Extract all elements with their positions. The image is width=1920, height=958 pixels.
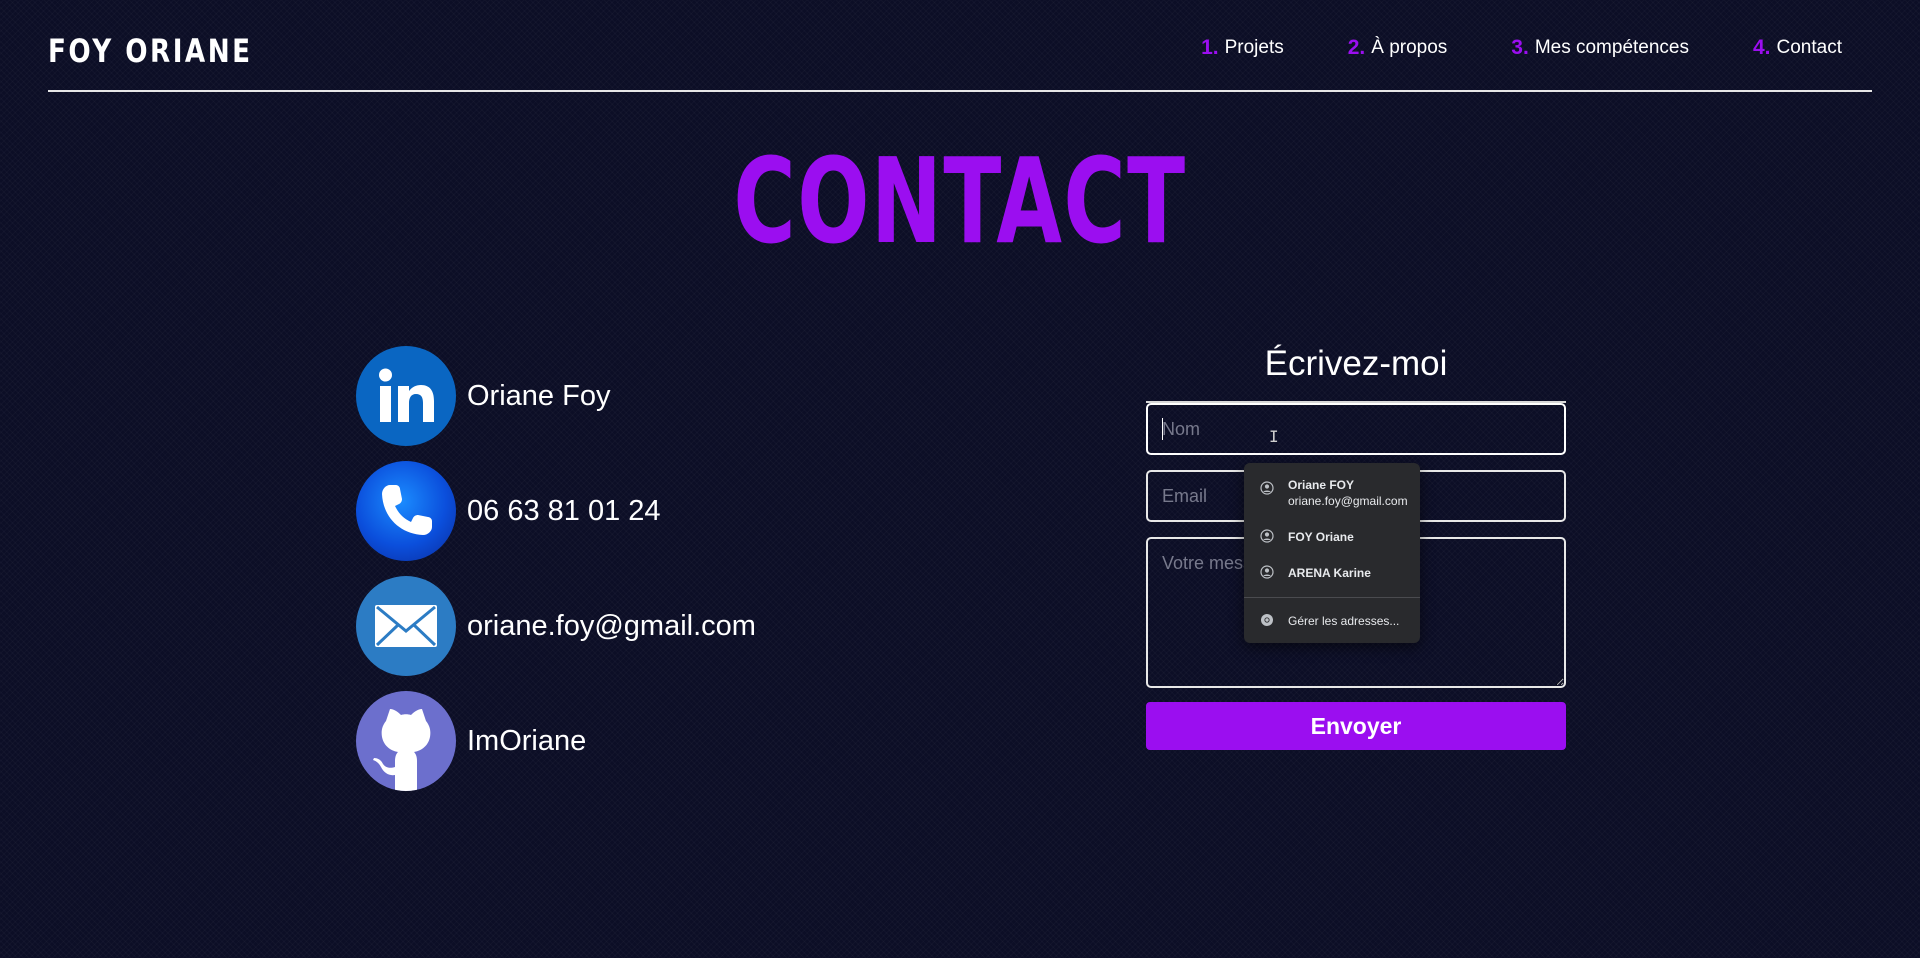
contact-github[interactable]: ImOriane [356, 691, 586, 791]
nav-label: À propos [1371, 37, 1448, 58]
name-field[interactable] [1146, 403, 1566, 455]
form-title: Écrivez-moi [1264, 344, 1448, 383]
nav-label: Mes compétences [1534, 37, 1689, 58]
autofill-item[interactable]: ARENA Karine [1244, 557, 1420, 587]
nav-label: Projets [1224, 37, 1284, 58]
autofill-name: ARENA Karine [1288, 566, 1371, 580]
profile-icon [1260, 481, 1274, 495]
autofill-name: Oriane FOY [1288, 478, 1355, 492]
autofill-item[interactable]: Oriane FOY oriane.foy@gmail.com [1244, 471, 1420, 515]
profile-icon [1260, 529, 1274, 543]
nav-number: 3. [1511, 36, 1529, 59]
submit-button[interactable]: Envoyer [1146, 702, 1566, 750]
nav-item-contact[interactable]: 4. Contact [1753, 34, 1842, 62]
profile-icon [1260, 565, 1274, 579]
contact-phone[interactable]: 06 63 81 01 24 [356, 461, 661, 561]
chrome-icon [1261, 614, 1273, 626]
page-title: CONTACT [733, 132, 1187, 270]
mail-icon [356, 576, 456, 676]
contact-linkedin[interactable]: Oriane Foy [356, 346, 610, 446]
nav-item-projets[interactable]: 1. Projets [1201, 34, 1284, 62]
nav-number: 2. [1347, 36, 1366, 59]
autofill-detail: oriane.foy@gmail.com [1288, 494, 1408, 508]
manage-addresses-item[interactable]: Gérer les adresses... [1244, 603, 1420, 637]
contact-label: Oriane Foy [467, 379, 611, 412]
autofill-divider [1244, 597, 1420, 598]
contact-label: ImOriane [467, 724, 587, 757]
contact-label: oriane.foy@gmail.com [467, 609, 756, 642]
autofill-item[interactable]: FOY Oriane [1244, 521, 1420, 551]
nav-item-a-propos[interactable]: 2. À propos [1348, 34, 1448, 62]
contact-label: 06 63 81 01 24 [467, 494, 661, 527]
site-header: FOY ORIANE 1. Projets 2. À propos 3. Mes… [48, 0, 1872, 92]
manage-addresses-label: Gérer les adresses... [1288, 614, 1400, 628]
nav-number: 1. [1201, 36, 1219, 59]
text-cursor-icon: I [1269, 427, 1279, 446]
autofill-dropdown: Oriane FOY oriane.foy@gmail.com FOY Oria… [1244, 463, 1420, 643]
nav-number: 4. [1753, 36, 1771, 59]
brand-logo[interactable]: FOY ORIANE [48, 31, 253, 71]
nav-label: Contact [1776, 37, 1842, 58]
contact-email[interactable]: oriane.foy@gmail.com [356, 576, 756, 676]
main-nav: 1. Projets 2. À propos 3. Mes compétence… [1201, 34, 1842, 62]
linkedin-icon [356, 346, 456, 446]
github-icon [356, 691, 456, 791]
nav-item-competences[interactable]: 3. Mes compétences [1511, 34, 1689, 62]
phone-icon [356, 461, 456, 561]
text-caret [1162, 418, 1163, 440]
autofill-name: FOY Oriane [1288, 530, 1354, 544]
